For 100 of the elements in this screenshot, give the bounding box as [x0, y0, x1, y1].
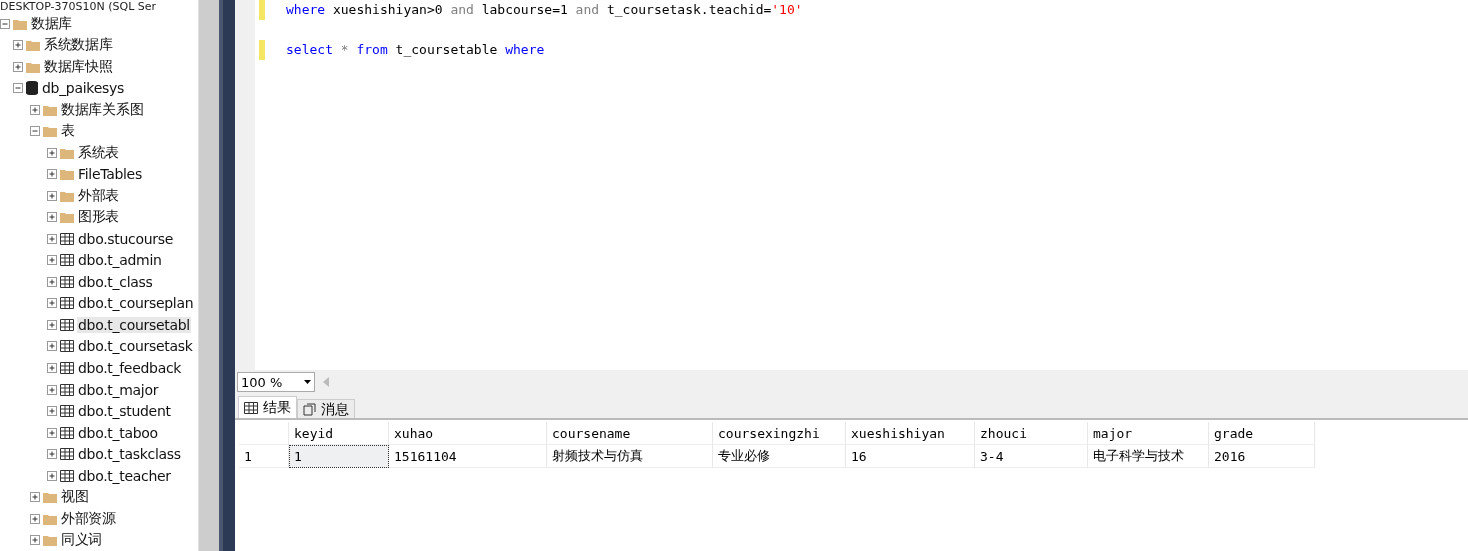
table-icon	[60, 297, 74, 310]
column-header[interactable]: zhouci	[975, 422, 1088, 445]
folder-icon	[26, 60, 40, 73]
tree-item[interactable]: 数据库	[30, 14, 74, 33]
table-cell[interactable]: 2016	[1209, 445, 1315, 468]
change-marker	[259, 0, 265, 20]
server-node[interactable]: DESKTOP-370S10N (SQL Ser	[0, 0, 157, 13]
row-number: 1	[239, 445, 289, 468]
plus-icon[interactable]	[47, 319, 57, 330]
table-icon	[60, 232, 74, 245]
column-header[interactable]: grade	[1209, 422, 1315, 445]
plus-icon[interactable]	[47, 298, 57, 309]
plus-icon[interactable]	[30, 492, 40, 503]
column-header[interactable]: coursexingzhi	[713, 422, 846, 445]
tree-item[interactable]: dbo.t_student	[77, 403, 172, 420]
row-header	[239, 422, 289, 445]
column-header[interactable]: coursename	[547, 422, 713, 445]
folder-icon	[60, 211, 74, 224]
column-header[interactable]: major	[1088, 422, 1209, 445]
plus-icon[interactable]	[30, 513, 40, 524]
minus-icon[interactable]	[30, 126, 40, 137]
column-header[interactable]: keyid	[289, 422, 389, 445]
plus-icon[interactable]	[47, 233, 57, 244]
folder-icon	[43, 491, 57, 504]
plus-icon[interactable]	[47, 449, 57, 460]
tree-item[interactable]: 外部资源	[60, 509, 117, 528]
table-icon	[244, 402, 258, 414]
plus-icon[interactable]	[13, 40, 23, 51]
table-icon	[60, 426, 74, 439]
tree-item[interactable]: dbo.t_major	[77, 381, 160, 398]
code-line: select * from t_coursetable where	[286, 41, 546, 59]
folder-icon	[43, 512, 57, 525]
database-icon	[26, 81, 38, 96]
plus-icon[interactable]	[47, 190, 57, 201]
tree-item[interactable]: dbo.stucourse	[77, 230, 175, 247]
table-icon	[60, 254, 74, 267]
tree-item[interactable]: dbo.t_teacher	[77, 467, 172, 484]
minus-icon[interactable]	[13, 83, 23, 94]
plus-icon[interactable]	[47, 363, 57, 373]
table-cell[interactable]: 16	[846, 445, 975, 468]
plus-icon[interactable]	[13, 61, 23, 72]
table-cell[interactable]: 电子科学与技术	[1088, 445, 1209, 468]
table-cell[interactable]: 专业必修	[713, 445, 846, 468]
plus-icon[interactable]	[47, 212, 57, 223]
tree-item[interactable]: 视图	[60, 488, 90, 507]
tree-item[interactable]: 系统数据库	[43, 36, 114, 55]
tree-item[interactable]: FileTables	[77, 166, 143, 183]
plus-icon[interactable]	[47, 341, 57, 352]
folder-icon	[43, 125, 57, 138]
result-tab[interactable]: 消息	[297, 399, 355, 419]
plus-icon[interactable]	[47, 384, 57, 395]
folder-icon	[60, 146, 74, 159]
tree-item[interactable]: 表	[60, 122, 76, 141]
result-tab[interactable]: 结果	[238, 396, 297, 419]
plus-icon[interactable]	[47, 169, 57, 180]
tree-item[interactable]: 系统表	[77, 143, 121, 162]
plus-icon[interactable]	[30, 535, 40, 546]
scrollbar[interactable]	[198, 0, 219, 551]
caret-icon	[304, 380, 311, 384]
tree-item[interactable]: dbo.t_coursetask	[77, 338, 194, 355]
change-marker	[259, 40, 265, 60]
tree-item[interactable]: dbo.t_courseplan	[77, 295, 195, 312]
table-cell[interactable]: 15161104	[389, 445, 547, 468]
tree-item[interactable]: dbo.t_feedback	[77, 360, 183, 376]
table-icon	[60, 275, 74, 288]
tree-item[interactable]: 同义词	[60, 531, 104, 550]
tree-item[interactable]: dbo.t_taboo	[77, 424, 159, 441]
minus-icon[interactable]	[0, 18, 10, 29]
table-icon	[60, 448, 74, 461]
folder-icon	[60, 168, 74, 181]
folder-icon	[13, 17, 27, 30]
tree-item[interactable]: 数据库快照	[43, 57, 114, 76]
plus-icon[interactable]	[47, 406, 57, 417]
plus-icon[interactable]	[30, 104, 40, 115]
folder-icon	[60, 189, 74, 202]
folder-icon	[26, 39, 40, 52]
table-cell[interactable]: 射频技术与仿真	[547, 445, 713, 468]
table-cell[interactable]: 3-4	[975, 445, 1088, 468]
table-icon	[60, 318, 74, 331]
column-header[interactable]: xueshishiyan	[846, 422, 975, 445]
table-icon	[60, 340, 74, 353]
tree-item[interactable]: dbo.t_taskclass	[77, 446, 182, 463]
plus-icon[interactable]	[47, 427, 57, 438]
tree-item[interactable]: dbo.t_coursetabl	[77, 316, 191, 333]
tree-item[interactable]: 外部表	[77, 186, 121, 205]
plus-icon[interactable]	[47, 255, 57, 266]
tree-item[interactable]: dbo.t_admin	[77, 252, 163, 269]
tree-item[interactable]: 数据库关系图	[60, 100, 145, 119]
plus-icon[interactable]	[47, 470, 57, 481]
code-line: where xueshishiyan>0 and labcourse=1 and t_coursetask.teachid='10'	[286, 1, 803, 19]
column-header[interactable]: xuhao	[389, 422, 547, 445]
plus-icon[interactable]	[47, 276, 57, 287]
table-cell[interactable]: 1	[289, 445, 389, 468]
table-icon	[60, 405, 74, 418]
table-icon	[60, 383, 74, 396]
tree-item[interactable]: 图形表	[77, 208, 121, 227]
tree-item[interactable]: dbo.t_class	[77, 273, 154, 290]
plus-icon[interactable]	[47, 147, 57, 158]
tree-item[interactable]: db_paikesys	[41, 80, 125, 97]
zoom-dropdown[interactable]: 100 %	[237, 372, 315, 392]
